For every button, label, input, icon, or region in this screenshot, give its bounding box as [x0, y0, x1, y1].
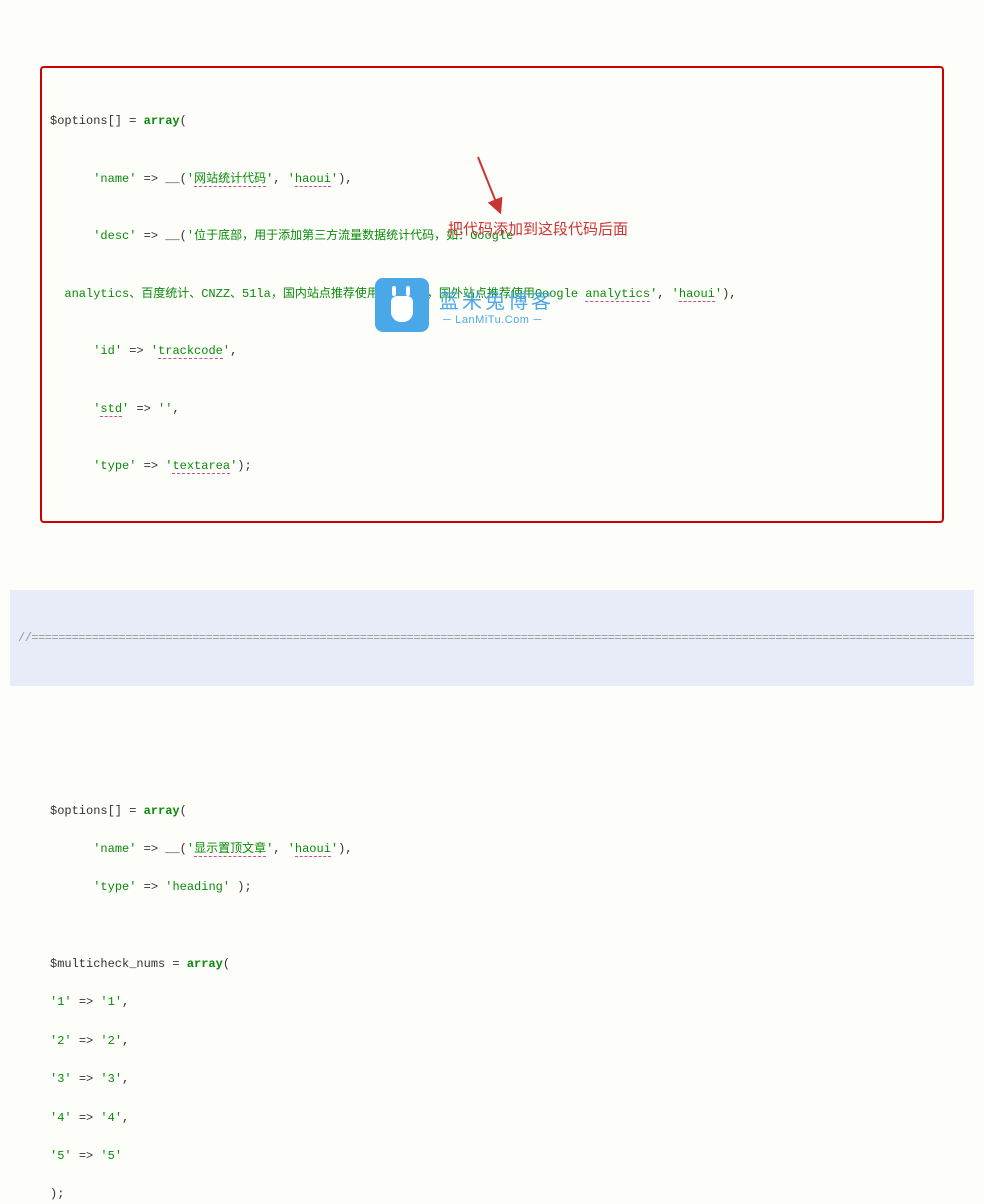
watermark-text-group: 蓝米兔博客 LanMiTu.Com: [439, 285, 554, 326]
separator-comment: //======================================…: [18, 629, 974, 648]
code-line: );: [50, 1185, 974, 1204]
watermark-title: 蓝米兔博客: [439, 285, 554, 314]
watermark: 蓝米兔博客 LanMiTu.Com: [375, 278, 554, 332]
code-line: 'type' => 'textarea');: [50, 457, 934, 476]
code-line: '5' => '5': [50, 1147, 974, 1166]
code-block-2: $options[] = array( 'name' => __('显示置顶文章…: [10, 744, 974, 1204]
code-line: $options[] = array(: [50, 112, 934, 131]
code-line: '1' => '1',: [50, 993, 974, 1012]
code-line: 'type' => 'heading' );: [50, 878, 974, 897]
code-line: 'std' => '',: [50, 400, 934, 419]
annotation-arrow-icon: [470, 152, 510, 222]
code-line: '2' => '2',: [50, 1032, 974, 1051]
code-line: 'name' => __('显示置顶文章', 'haoui'),: [50, 840, 974, 859]
code-line: 'id' => 'trackcode',: [50, 342, 934, 361]
highlighted-line: //======================================…: [10, 590, 974, 686]
annotation-text: 把代码添加到这段代码后面: [448, 218, 628, 239]
watermark-subtitle: LanMiTu.Com: [439, 314, 554, 326]
code-line: '4' => '4',: [50, 1109, 974, 1128]
code-line: $multicheck_nums = array(: [50, 955, 974, 974]
code-line: '3' => '3',: [50, 1070, 974, 1089]
code-line: $options[] = array(: [50, 802, 974, 821]
watermark-logo-icon: [375, 278, 429, 332]
